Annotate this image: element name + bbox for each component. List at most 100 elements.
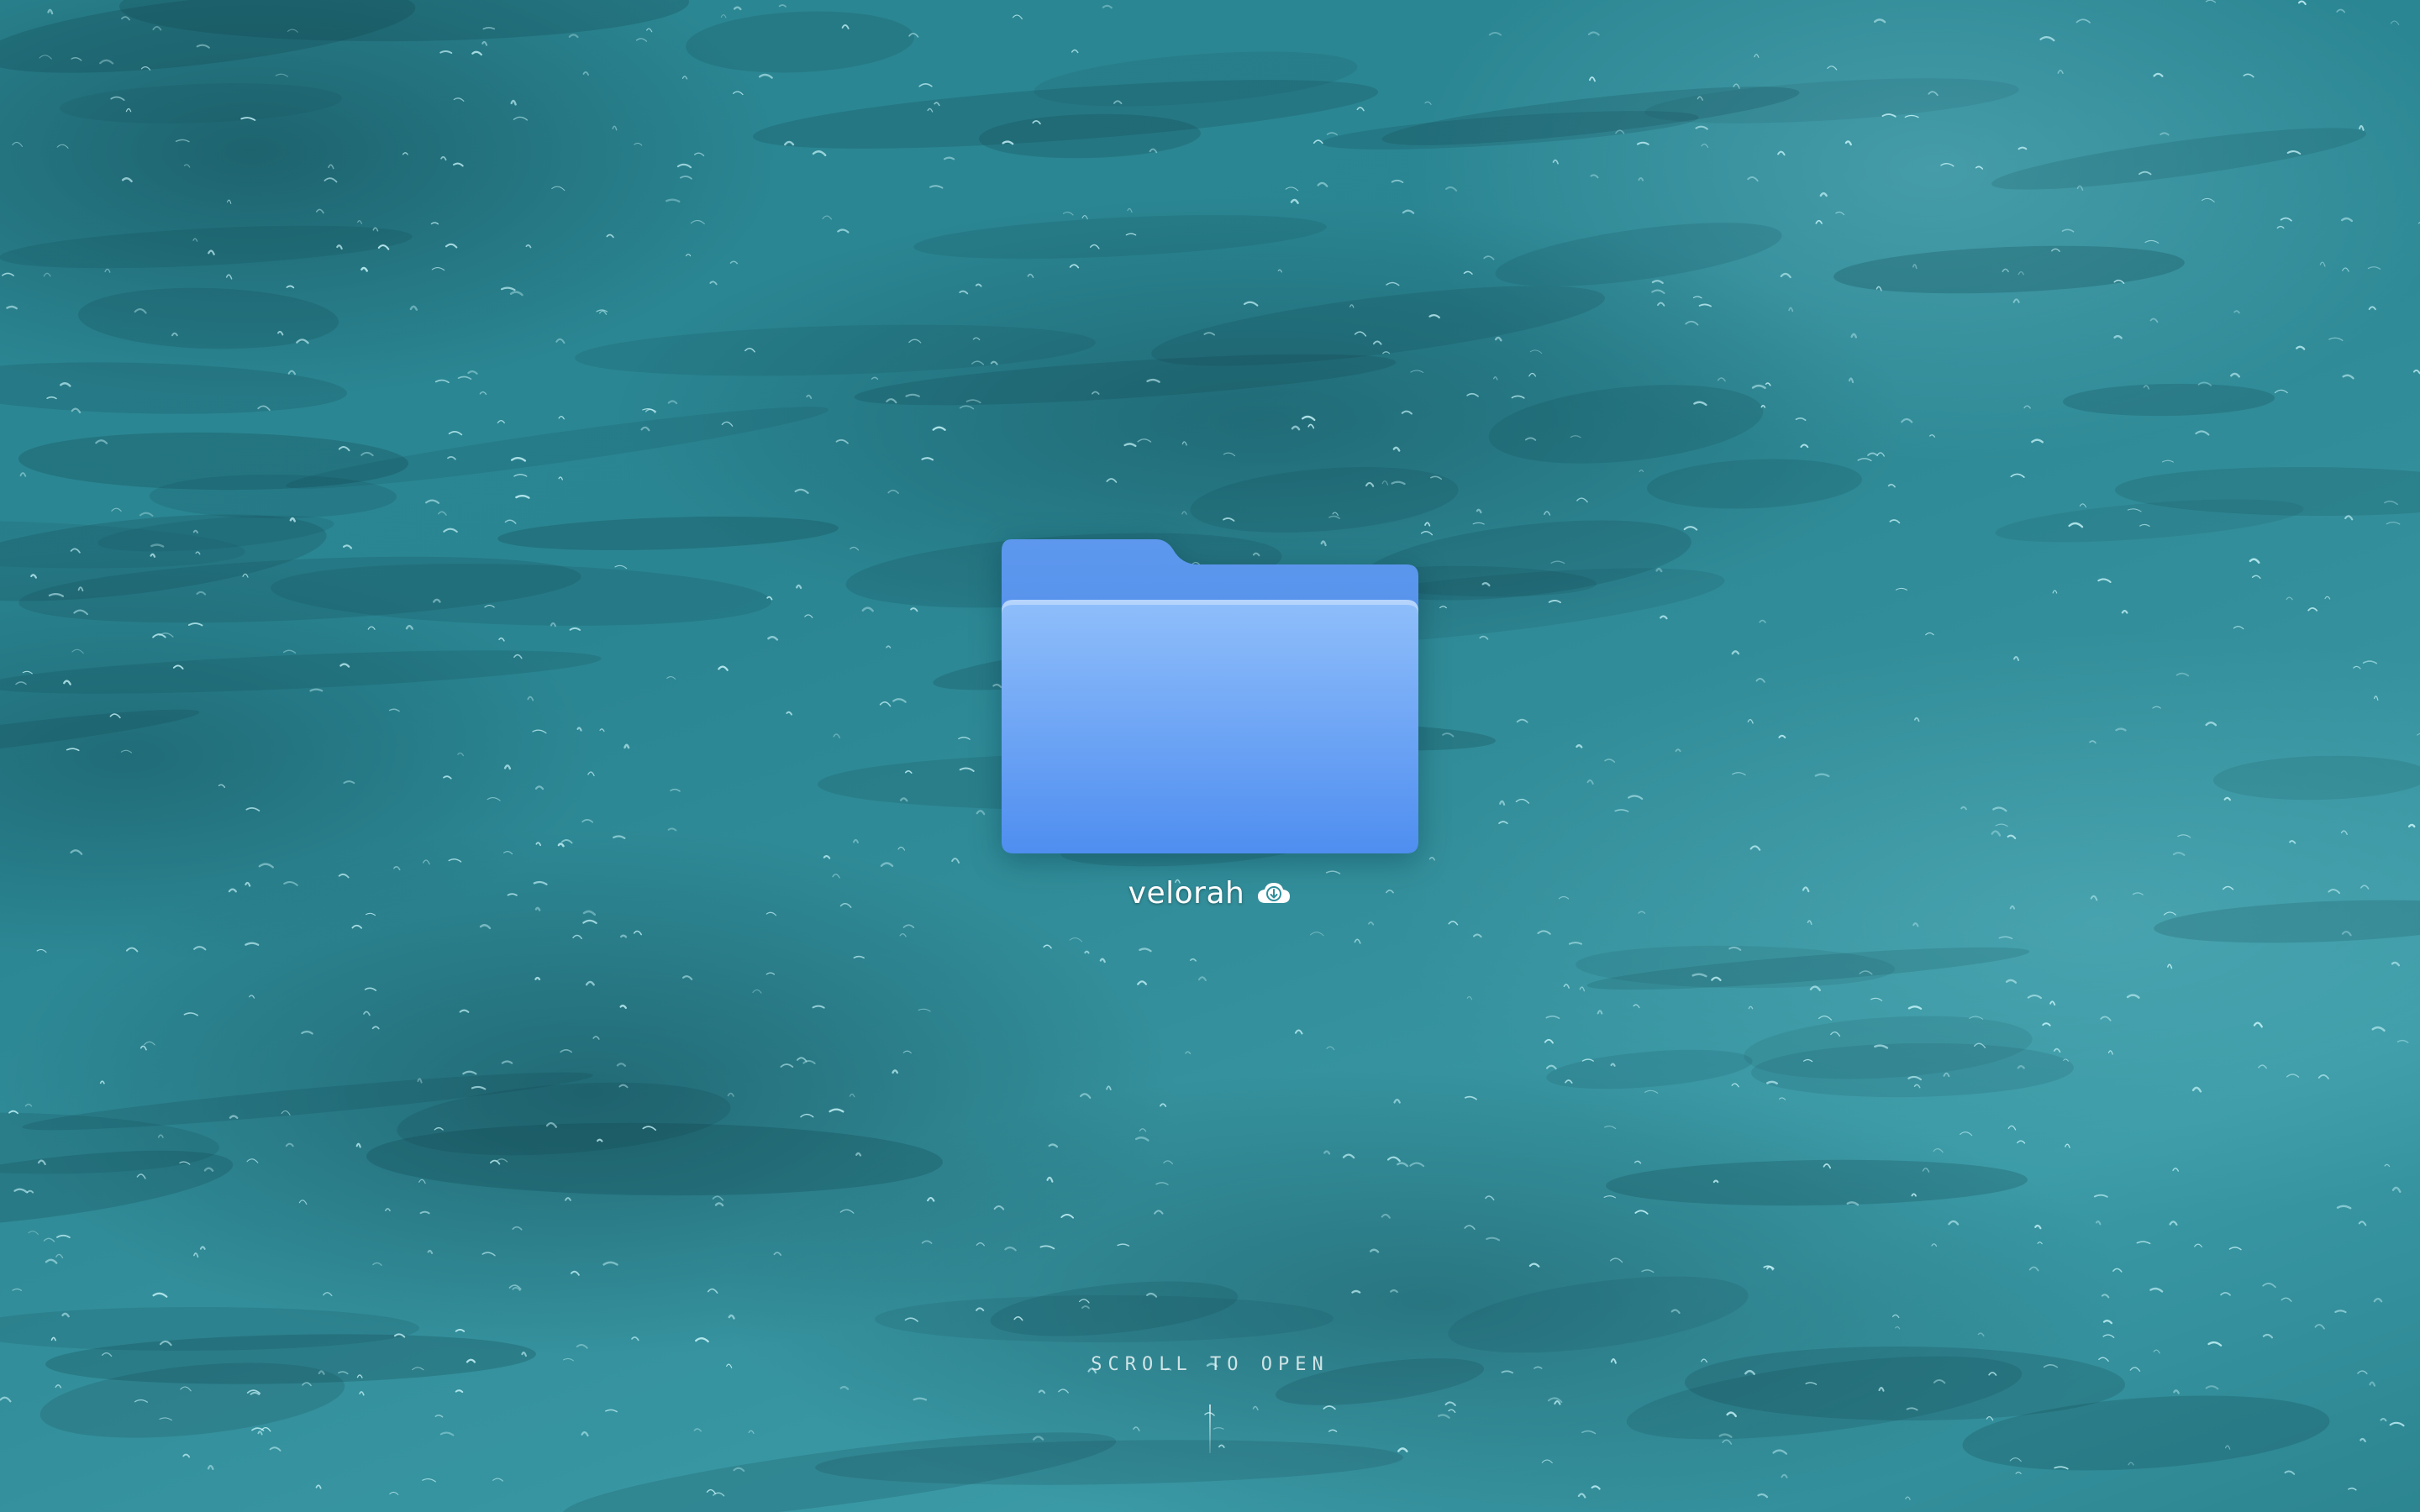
water-glint [927, 1196, 935, 1202]
water-glint [56, 1234, 71, 1239]
water-glint [1795, 417, 1807, 422]
water-glint [976, 810, 986, 816]
water-glint [1891, 1314, 1900, 1319]
water-glint [879, 701, 892, 707]
water-glint [1788, 307, 1794, 312]
water-glint [1511, 395, 1525, 399]
water-glint [351, 924, 362, 929]
water-glint [1252, 1405, 1259, 1411]
water-glint [1004, 1247, 1017, 1252]
water-glint [2101, 1294, 2110, 1299]
water-glint [2161, 459, 2174, 463]
water-glint [2412, 369, 2420, 375]
water-glint [1494, 336, 1502, 342]
water-glint [635, 38, 648, 42]
water-glint [1597, 1010, 1603, 1015]
water-glint [1445, 186, 1458, 192]
water-glint [457, 375, 472, 381]
water-glint [207, 1464, 214, 1471]
water-glint [510, 99, 517, 106]
water-glint [1463, 270, 1473, 275]
water-glint [1544, 1038, 1554, 1044]
water-glint [328, 164, 334, 170]
water-glint [298, 1200, 308, 1205]
water-glint [534, 976, 541, 981]
water-glint [393, 866, 401, 871]
water-glint [2319, 261, 2326, 267]
water-glint [467, 370, 478, 375]
water-glint [2344, 515, 2354, 521]
water-glint [2053, 1047, 2061, 1053]
water-glint [572, 934, 582, 940]
water-glint [487, 797, 501, 801]
water-glint [681, 76, 688, 80]
water-glint [1609, 1257, 1623, 1263]
water-glint [2223, 885, 2234, 890]
water-glint [2380, 1417, 2387, 1422]
water-glint [576, 727, 582, 732]
water-glint [2172, 852, 2186, 856]
water-glint [712, 1195, 724, 1201]
water-glint [1747, 719, 1754, 724]
water-glint [812, 150, 827, 156]
water-glint [582, 919, 597, 924]
water-glint [1887, 483, 1896, 488]
water-glint [1614, 809, 1629, 812]
folder-label[interactable]: velorah [1000, 872, 1420, 914]
water-glint [286, 285, 295, 289]
wave-band [1606, 1159, 2028, 1206]
water-glint [324, 177, 338, 183]
water-glint [479, 391, 487, 396]
wave-band [78, 287, 339, 349]
water-glint [1038, 1389, 1046, 1394]
water-glint [45, 1258, 58, 1264]
water-glint [2362, 660, 2378, 664]
water-glint [1528, 1263, 1540, 1268]
water-glint [1012, 14, 1023, 20]
cloud-download-icon[interactable] [1256, 879, 1292, 906]
water-glint [633, 930, 642, 936]
water-glint [1084, 950, 1090, 954]
water-glint [2, 272, 14, 276]
water-glint [2296, 345, 2306, 350]
water-glint [418, 1179, 426, 1184]
water-glint [2386, 522, 2401, 525]
water-glint [1755, 678, 1765, 683]
water-glint [1393, 1099, 1401, 1104]
water-glint [1633, 1004, 1640, 1009]
water-glint [1160, 1103, 1167, 1107]
water-glint [752, 989, 762, 994]
water-glint [1328, 1429, 1338, 1432]
water-glint [364, 987, 377, 991]
water-glint [1948, 1220, 1960, 1226]
water-glint [1747, 176, 1759, 182]
water-glint [434, 379, 450, 384]
water-glint [1294, 1029, 1303, 1035]
water-glint [1410, 370, 1424, 373]
water-glint [581, 1431, 589, 1437]
water-glint [1448, 1409, 1456, 1414]
water-glint [1977, 1332, 1985, 1337]
water-glint [2034, 1224, 2042, 1230]
water-glint [355, 1142, 361, 1148]
water-glint [425, 499, 439, 504]
folder-item[interactable]: velorah [1000, 538, 1420, 916]
water-glint [2039, 36, 2055, 42]
water-glint [2098, 1357, 2109, 1362]
water-glint [402, 152, 408, 155]
water-glint [1133, 1426, 1140, 1431]
water-glint [2115, 727, 2127, 732]
water-glint [2102, 1320, 2113, 1325]
water-glint [343, 780, 355, 785]
water-glint [120, 749, 133, 753]
water-glint [959, 290, 969, 295]
wave-band [0, 225, 413, 269]
water-glint [509, 291, 523, 297]
water-glint [1591, 1485, 1601, 1490]
water-glint [1636, 141, 1649, 145]
water-glint [2167, 963, 2173, 969]
water-glint [2057, 70, 2064, 74]
water-glint [631, 1336, 639, 1341]
water-glint [2317, 1074, 2329, 1079]
water-glint [121, 177, 133, 183]
